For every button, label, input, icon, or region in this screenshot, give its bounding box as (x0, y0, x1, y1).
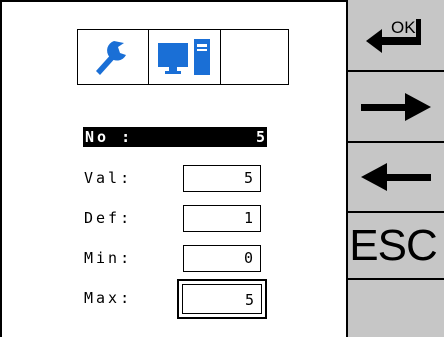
ok-label: OK (391, 18, 416, 37)
max-field-value: 5 (182, 284, 262, 314)
next-button[interactable] (348, 72, 444, 143)
parameter-panel: No : 5 Val: 5 Def: 1 Min: 0 Max: 5 (0, 0, 346, 337)
value-label: Val: (84, 169, 133, 187)
previous-button[interactable] (348, 143, 444, 213)
tab-system[interactable] (149, 30, 221, 84)
arrow-right-icon (361, 92, 431, 121)
min-label: Min: (84, 249, 133, 267)
arrow-left-icon (361, 163, 431, 191)
max-label: Max: (84, 289, 133, 307)
default-label: Def: (84, 209, 133, 227)
parameter-number-row: No : 5 (83, 127, 267, 147)
min-field[interactable]: 0 (183, 245, 261, 272)
tab-settings[interactable] (78, 30, 149, 84)
default-field[interactable]: 1 (183, 205, 261, 232)
escape-button[interactable]: ESC (348, 213, 444, 280)
computer-icon (157, 39, 210, 75)
tab-empty[interactable] (221, 30, 288, 84)
parameter-screen: No : 5 Val: 5 Def: 1 Min: 0 Max: 5 OK ES… (0, 0, 444, 337)
ok-button[interactable]: OK (348, 0, 444, 72)
parameter-number-value: 5 (255, 128, 265, 146)
max-field[interactable]: 5 (177, 279, 267, 319)
side-button-bar: OK ESC (346, 0, 444, 337)
wrench-icon (96, 41, 126, 75)
value-field[interactable]: 5 (183, 165, 261, 192)
blank-button[interactable] (348, 280, 444, 337)
category-tabs (77, 29, 289, 85)
parameter-number-label: No : (85, 128, 134, 146)
enter-ok-icon: OK (366, 18, 421, 53)
escape-label: ESC (349, 220, 437, 270)
